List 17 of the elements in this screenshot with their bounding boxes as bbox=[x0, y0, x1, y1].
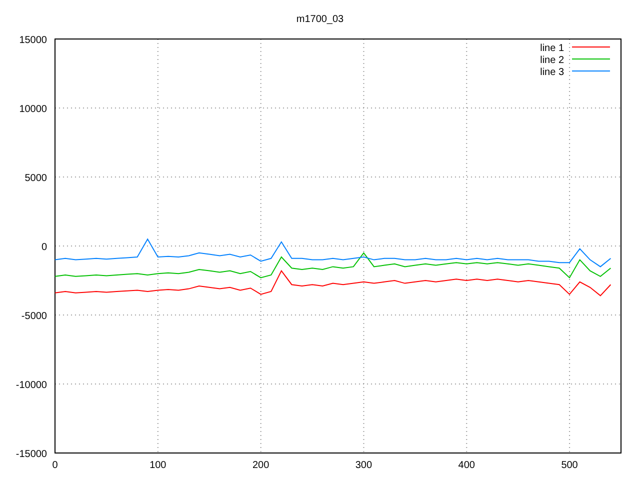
axis-tick-label: 0 bbox=[52, 460, 58, 471]
axis-tick-label: 10000 bbox=[19, 104, 47, 115]
axis-tick-label: -5000 bbox=[21, 311, 47, 322]
axis-tick-label: 5000 bbox=[24, 173, 47, 184]
axis-tick-label: 500 bbox=[561, 460, 578, 471]
chart-title: m1700_03 bbox=[296, 14, 344, 25]
legend-label: line 2 bbox=[540, 55, 564, 66]
axis-tick-label: 300 bbox=[355, 460, 372, 471]
legend-label: line 3 bbox=[540, 67, 564, 78]
legend-label: line 1 bbox=[540, 43, 564, 54]
axis-tick-label: 0 bbox=[41, 242, 47, 253]
axis-tick-label: -15000 bbox=[16, 449, 47, 460]
axis-tick-label: 400 bbox=[458, 460, 475, 471]
axis-tick-label: 100 bbox=[150, 460, 166, 471]
axis-tick-label: 15000 bbox=[19, 35, 47, 46]
axis-tick-label: 200 bbox=[252, 460, 270, 471]
axis-tick-label: -10000 bbox=[16, 380, 47, 391]
